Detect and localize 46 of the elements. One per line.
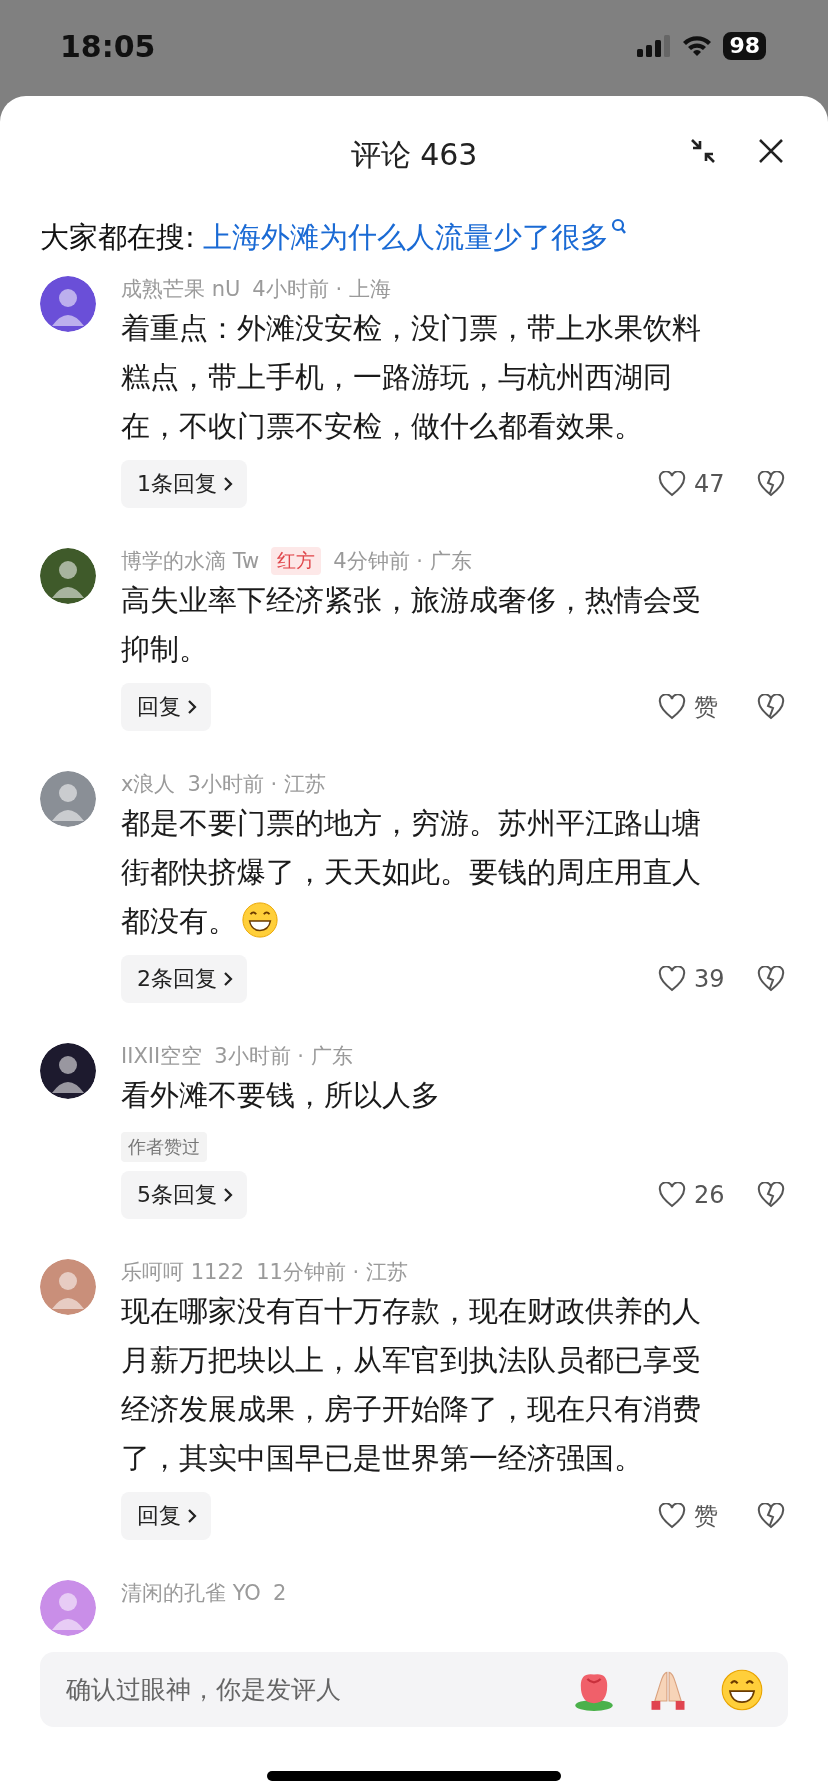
replies-button[interactable]: 2条回复: [121, 955, 247, 1003]
like-button[interactable]: 赞: [658, 691, 754, 723]
chevron-icon: [223, 971, 233, 987]
status-time: 18:05: [60, 28, 156, 64]
like-button[interactable]: 赞: [658, 1500, 754, 1532]
avatar[interactable]: [40, 1043, 96, 1099]
wifi-icon: [681, 34, 714, 58]
comment-time: 2: [272, 1581, 287, 1605]
chevron-icon: [187, 699, 197, 715]
team-tag: 红方: [271, 547, 322, 575]
comment-text: 看外滩不要钱，所以人多: [121, 1077, 441, 1114]
heart-icon: [658, 1503, 686, 1529]
author-liked-tag: 作者赞过: [121, 1132, 207, 1162]
heart-icon: [658, 966, 686, 992]
chevron-icon: [187, 1508, 197, 1524]
comment-time: 11分钟前 · 江苏: [256, 1259, 408, 1286]
search-icon: [610, 218, 627, 236]
heart-icon: [658, 1182, 686, 1208]
comment-time: 3小时前 · 江苏: [187, 771, 326, 798]
signal-icon: [637, 35, 672, 57]
comment-text: 高失业率下经济紧张，旅游成奢侈，热情会受抑制。: [121, 582, 702, 668]
comment-field[interactable]: 确认过眼神，你是发评人: [40, 1652, 788, 1727]
replies-button[interactable]: 5条回复: [121, 1171, 247, 1219]
avatar[interactable]: [40, 548, 96, 604]
comment-time: 4小时前 · 上海: [252, 276, 391, 303]
like-button[interactable]: 39: [658, 965, 754, 993]
hot-search-label: 大家都在搜:: [40, 219, 195, 256]
comment-time: 4分钟前 · 广东: [333, 548, 472, 575]
heart-icon: [658, 471, 686, 497]
comment-text: 现在哪家没有百十万存款，现在财政供养的人月薪万把块以上，从军官到执法队员都已享受经济发展成果，房子开始降了，现在只有消费了，其实中国早已是世界第一经济强国。: [121, 1293, 702, 1477]
hot-search-link[interactable]: 上海外滩为什么人流量少了很多: [202, 218, 627, 258]
chevron-icon: [223, 476, 233, 492]
comment-text: 都是不要门票的地方，穷游。苏州平江路山塘街都快挤爆了，天天如此。要钱的周庄用直人都没有。: [121, 805, 702, 941]
like-button[interactable]: 47: [658, 470, 754, 498]
replies-button[interactable]: 1条回复: [121, 460, 247, 508]
grin-emoji-icon[interactable]: [720, 1667, 764, 1712]
like-button[interactable]: 26: [658, 1181, 754, 1209]
comment-text: 着重点：外滩没安检，没门票，带上水果饮料糕点，带上手机，一路游玩，与杭州西湖同在，不收门票不安检，做什么都看效果。: [121, 310, 702, 445]
battery-indicator: 98: [723, 32, 766, 60]
comments-title: 评论 463: [350, 135, 478, 174]
replies-button[interactable]: 回复: [121, 683, 211, 731]
replies-button[interactable]: 回复: [121, 1492, 211, 1540]
heart-icon: [658, 694, 686, 720]
comment-input[interactable]: 确认过眼神，你是发评人: [64, 1674, 542, 1705]
comment-time: 3小时前 · 广东: [214, 1043, 353, 1070]
chevron-icon: [223, 1187, 233, 1203]
